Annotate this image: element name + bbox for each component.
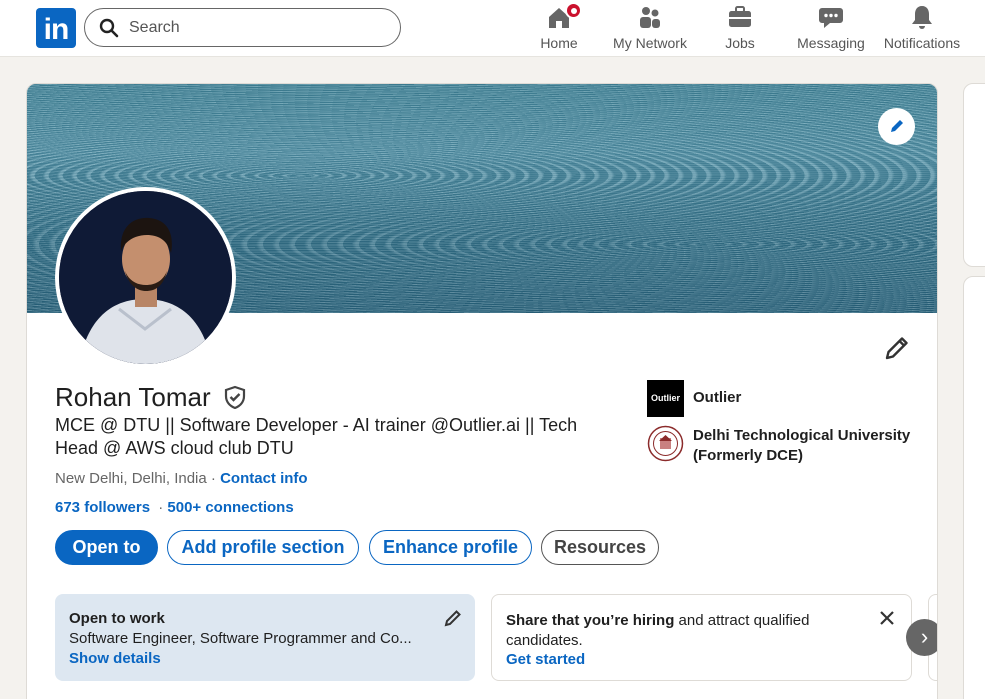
- person-photo: [59, 191, 232, 364]
- resources-button[interactable]: Resources: [541, 530, 659, 565]
- stats-separator: ·: [154, 499, 168, 516]
- bell-icon: [909, 4, 935, 30]
- sidebar-card-top: [963, 83, 985, 267]
- notification-badge: [565, 2, 582, 19]
- nav-my-network[interactable]: My Network: [610, 4, 690, 54]
- briefcase-icon: [727, 4, 753, 30]
- nav-jobs[interactable]: Jobs: [715, 4, 765, 54]
- contact-info-link[interactable]: Contact info: [220, 470, 308, 487]
- home-icon: [546, 2, 582, 30]
- nav-jobs-label: Jobs: [725, 35, 755, 51]
- hiring-text: Share that you’re hiring and attract qua…: [506, 611, 866, 651]
- nav-my-network-label: My Network: [613, 35, 687, 51]
- nav-home[interactable]: Home: [530, 2, 588, 54]
- get-started-link[interactable]: Get started: [506, 651, 585, 668]
- carousel-next-button[interactable]: ›: [906, 619, 937, 656]
- search-input[interactable]: [129, 17, 379, 39]
- profile-name: Rohan Tomar: [55, 382, 211, 412]
- outlier-logo: Outlier: [647, 380, 684, 417]
- hiring-card[interactable]: Share that you’re hiring and attract qua…: [491, 594, 912, 681]
- location-separator: ·: [206, 470, 221, 487]
- messaging-icon: [818, 4, 844, 30]
- top-nav-bar: in Home My Network: [0, 0, 985, 57]
- profile-location-row: New Delhi, Delhi, India · Contact info: [55, 470, 308, 487]
- enhance-profile-button[interactable]: Enhance profile: [369, 530, 532, 565]
- profile-stats-row: 673 followers · 500+ connections: [55, 499, 294, 516]
- org-dtu-name: Delhi Technological University (Formerly…: [693, 427, 911, 464]
- linkedin-logo[interactable]: in: [36, 8, 76, 48]
- show-details-link[interactable]: Show details: [69, 650, 161, 667]
- profile-headline: MCE @ DTU || Software Developer - AI tra…: [55, 415, 578, 458]
- nav-notifications-label: Notifications: [883, 35, 961, 51]
- nav-notifications[interactable]: Notifications: [882, 4, 962, 54]
- pencil-icon[interactable]: [443, 608, 463, 628]
- nav-messaging-label: Messaging: [797, 35, 865, 51]
- close-icon[interactable]: [878, 609, 896, 627]
- chevron-right-icon: ›: [920, 624, 929, 649]
- open-to-button[interactable]: Open to: [55, 530, 158, 565]
- open-to-work-card[interactable]: Open to work Software Engineer, Software…: [55, 594, 475, 681]
- network-icon: [637, 4, 663, 30]
- sidebar-card-bottom: [963, 276, 985, 699]
- open-to-work-title: Open to work: [69, 610, 165, 627]
- connections-link[interactable]: 500+ connections: [167, 499, 293, 516]
- dtu-seal-logo: [647, 425, 684, 462]
- hiring-text-bold: Share that you’re hiring: [506, 612, 675, 629]
- add-profile-section-button[interactable]: Add profile section: [167, 530, 359, 565]
- verified-shield-icon[interactable]: [223, 385, 247, 409]
- open-to-work-detail: Software Engineer, Software Programmer a…: [69, 630, 412, 647]
- profile-location: New Delhi, Delhi, India: [55, 470, 207, 487]
- search-box[interactable]: [84, 8, 401, 47]
- pencil-icon: [891, 120, 903, 132]
- followers-link[interactable]: 673 followers: [55, 499, 150, 516]
- edit-profile-pencil-icon[interactable]: [883, 334, 911, 362]
- profile-card: Rohan Tomar MCE @ DTU || Software Develo…: [26, 83, 938, 699]
- org-outlier-name: Outlier: [693, 389, 742, 406]
- search-icon: [99, 18, 119, 38]
- nav-home-label: Home: [540, 35, 578, 51]
- profile-photo[interactable]: [55, 187, 236, 368]
- nav-messaging[interactable]: Messaging: [795, 4, 867, 54]
- edit-banner-button[interactable]: [878, 108, 915, 145]
